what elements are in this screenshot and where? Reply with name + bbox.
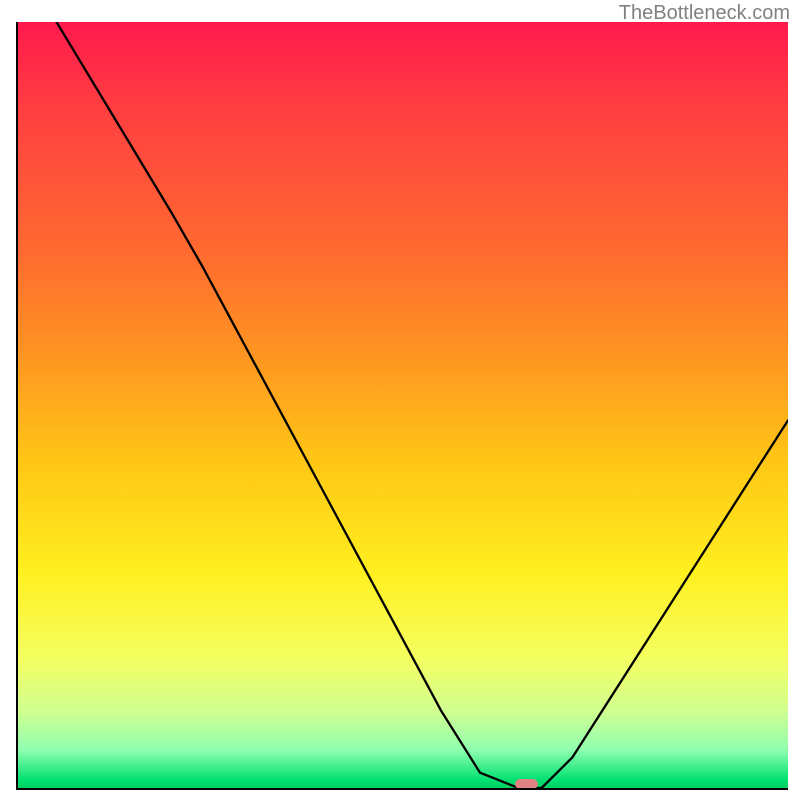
- bottleneck-chart: TheBottleneck.com: [0, 0, 800, 800]
- plot-area: [16, 22, 788, 790]
- curve-layer: [18, 22, 788, 788]
- bottleneck-curve: [57, 22, 789, 788]
- optimal-marker: [515, 779, 538, 789]
